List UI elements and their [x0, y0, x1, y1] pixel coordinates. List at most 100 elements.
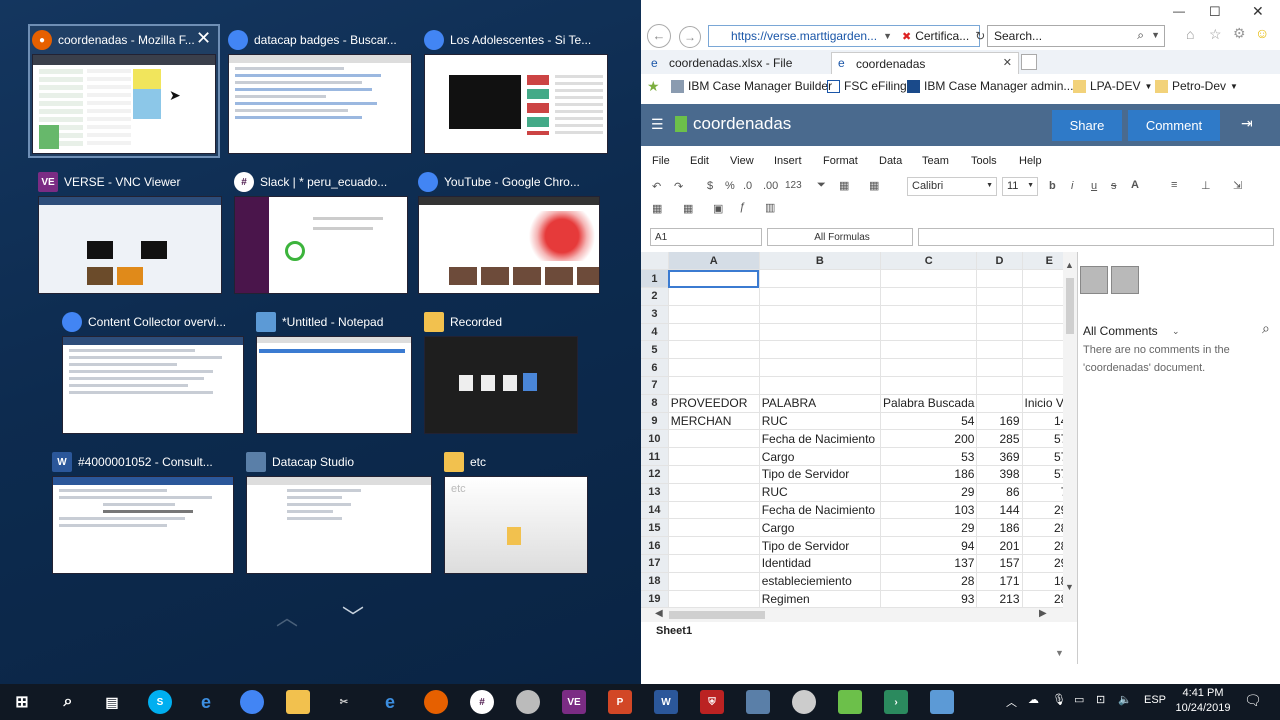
clock[interactable]: 4:41 PM 10/24/2019 [1170, 686, 1236, 716]
percent-icon[interactable]: % [725, 180, 735, 192]
certificate-label[interactable]: Certifica... [915, 29, 969, 43]
bold-icon[interactable]: b [1049, 180, 1056, 192]
insert-row-icon[interactable]: ▦ [683, 202, 693, 215]
menu-edit[interactable]: Edit [690, 155, 709, 167]
cell-c[interactable]: 103 [880, 501, 978, 520]
cell-d[interactable] [976, 305, 1023, 324]
cell-a[interactable] [668, 340, 760, 360]
column-header-a[interactable]: A [668, 252, 760, 271]
cell-a[interactable] [668, 536, 760, 556]
row-header[interactable]: 15 [641, 518, 669, 538]
cell-b[interactable]: Cargo [759, 518, 882, 538]
cell-d[interactable]: 144 [976, 501, 1023, 520]
merge-cells-icon[interactable]: ▦ [652, 202, 662, 215]
spreadsheet-grid[interactable]: A B C D E 1 2 3 4 5 6 7 8 PROVEEDOR PALABRA Palabr… [641, 252, 1077, 610]
cell-b[interactable]: Identidad [759, 554, 882, 573]
terminal-icon[interactable]: › [884, 690, 908, 714]
formula-input[interactable] [918, 228, 1274, 246]
cell-d[interactable] [976, 269, 1023, 289]
redo-icon[interactable]: ↷ [674, 180, 683, 193]
notepad-icon[interactable] [930, 690, 954, 714]
cell-a[interactable] [668, 465, 760, 484]
task-window-slack[interactable]: # Slack | * peru_ecuado... [232, 168, 410, 298]
menu-icon[interactable]: ☰ [651, 116, 664, 133]
cell-b[interactable]: RUC [759, 412, 882, 431]
italic-icon[interactable]: i [1071, 180, 1073, 192]
dropdown-icon[interactable]: ▼ [1151, 30, 1160, 40]
cell-d[interactable]: 201 [976, 536, 1023, 556]
tab-coordenadas[interactable]: e coordenadas ✕ [831, 52, 1019, 74]
favorite-folder-petro-dev[interactable]: Petro-Dev ▼ [1155, 79, 1238, 93]
edge-icon[interactable]: e [194, 690, 218, 714]
cell-b[interactable] [759, 376, 882, 395]
cell-b[interactable]: Cargo [759, 447, 882, 467]
filter-icon[interactable]: ⏷ [817, 179, 826, 192]
scroll-down-icon[interactable]: ▼ [1065, 582, 1074, 592]
cell-a[interactable] [668, 447, 760, 467]
row-header[interactable]: 2 [641, 287, 669, 306]
add-favorite-star-icon[interactable]: ★ [647, 78, 660, 95]
task-window-vnc-viewer[interactable]: VE VERSE - VNC Viewer [36, 168, 224, 298]
minimize-icon[interactable]: — [1173, 4, 1185, 18]
cell-d[interactable] [976, 287, 1023, 306]
row-header[interactable]: 6 [641, 358, 669, 378]
cell-reference-input[interactable]: A1 [650, 228, 762, 246]
font-color-icon[interactable]: A [1131, 179, 1139, 191]
cell-c[interactable] [880, 269, 978, 289]
network-icon[interactable]: ⊡ [1096, 693, 1105, 706]
cell-b[interactable]: Regimen [759, 590, 882, 609]
scrollbar-thumb[interactable] [1066, 278, 1074, 334]
cell-a[interactable] [668, 429, 760, 449]
chart-icon[interactable]: ▥ [765, 201, 775, 214]
cell-a[interactable] [668, 518, 760, 538]
cell-b[interactable]: Tipo de Servidor [759, 465, 882, 484]
vertical-align-icon[interactable]: ⊥ [1201, 179, 1211, 192]
decrease-decimal-icon[interactable]: .0 [743, 180, 752, 192]
cell-b[interactable]: PALABRA [759, 394, 882, 413]
internet-explorer-icon[interactable]: e [378, 690, 402, 714]
favorite-ibm-case-manager-builder[interactable]: IBM Case Manager Builder [671, 79, 832, 93]
row-header[interactable]: 17 [641, 554, 669, 573]
cell-b[interactable] [759, 287, 882, 306]
app-icon[interactable] [516, 690, 540, 714]
cell-b[interactable]: Tipo de Servidor [759, 536, 882, 556]
currency-icon[interactable]: $ [707, 180, 713, 192]
action-center-icon[interactable]: 🗨 [1244, 692, 1262, 709]
task-window-recorded-folder[interactable]: Recorded [422, 308, 582, 438]
column-header-c[interactable]: C [880, 252, 978, 271]
cell-c[interactable]: 93 [880, 590, 978, 609]
dropdown-icon[interactable]: ▼ [883, 31, 892, 41]
cell-d[interactable] [976, 323, 1023, 342]
cell-c[interactable]: 94 [880, 536, 978, 556]
close-icon[interactable]: ✕ [1003, 56, 1012, 69]
horizontal-scrollbar[interactable]: ◀ ▶ [641, 608, 1077, 622]
increase-decimal-icon[interactable]: .00 [763, 180, 778, 192]
cell-b[interactable] [759, 358, 882, 378]
row-header[interactable]: 1 [641, 269, 669, 289]
cell-a[interactable] [668, 501, 760, 520]
slack-icon[interactable]: # [470, 690, 494, 714]
cell-d[interactable] [976, 376, 1023, 395]
borders-icon[interactable]: ▦ [869, 179, 879, 192]
cell-c[interactable] [880, 340, 978, 360]
cell-a[interactable] [668, 590, 760, 609]
menu-insert[interactable]: Insert [774, 155, 802, 167]
task-window-youtube[interactable]: YouTube - Google Chro... [416, 168, 604, 298]
row-header[interactable]: 9 [641, 412, 669, 431]
column-header-d[interactable]: D [976, 252, 1023, 271]
scroll-up-icon[interactable]: ︿ [276, 600, 298, 632]
close-icon[interactable]: ✕ [196, 28, 211, 49]
vertical-scrollbar[interactable]: ▲ ▼ [1063, 252, 1077, 608]
cell-a[interactable] [668, 323, 760, 342]
favorite-ibm-case-manager-admin[interactable]: IBM Case Manager admin... [907, 79, 1073, 93]
power-icon[interactable]: ▭ [1074, 693, 1084, 706]
task-window-chrome-adolescentes[interactable]: Los Adolescentes - Si Te... [422, 26, 610, 156]
word-icon[interactable]: W [654, 690, 678, 714]
cell-d[interactable]: 171 [976, 572, 1023, 591]
cell-c[interactable] [880, 358, 978, 378]
security-shield-icon[interactable]: ⛨ [700, 690, 724, 714]
cell-d[interactable]: 169 [976, 412, 1023, 431]
row-header[interactable]: 14 [641, 501, 669, 520]
cell-a[interactable] [668, 483, 760, 502]
row-header[interactable]: 11 [641, 447, 669, 467]
